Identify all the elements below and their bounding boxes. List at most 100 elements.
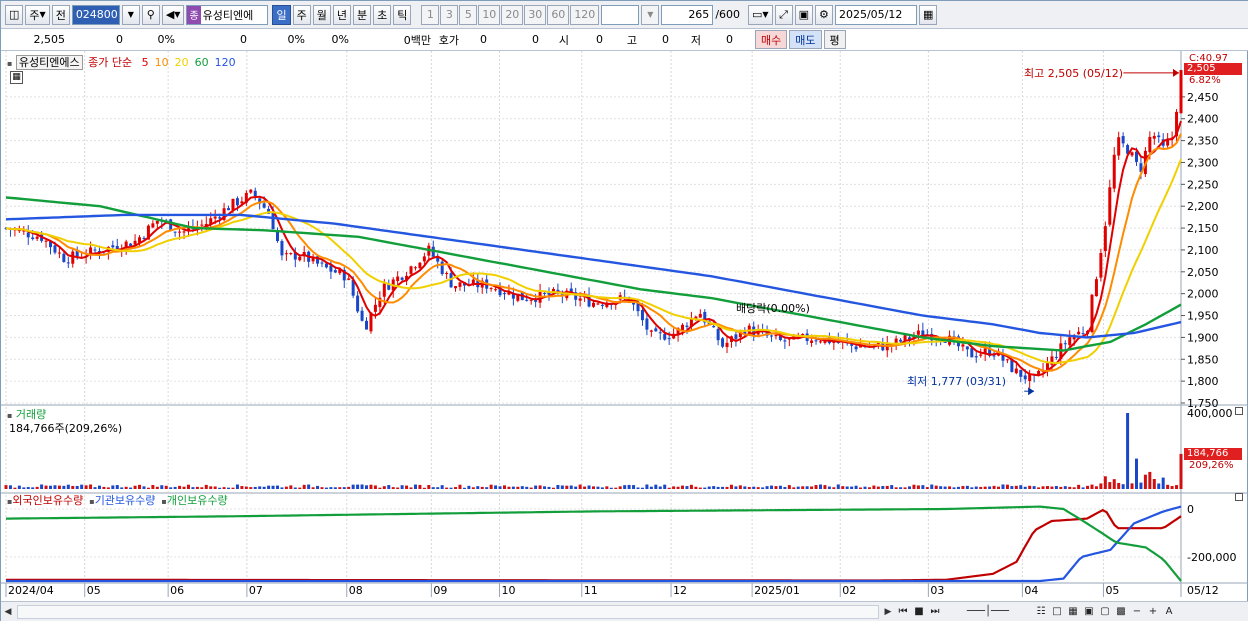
interval-tab-20[interactable]: 20 (501, 4, 524, 25)
chart-tool-icon-2[interactable]: ▦ (1065, 604, 1081, 620)
candle-body (53, 245, 57, 253)
stock-chart[interactable]: 2024/04 05 06 07 08 09 10 11 12 2025/01 02 03 04 05 05… (1, 51, 1248, 601)
font-size-icon[interactable]: A (1161, 604, 1177, 620)
candle-body (961, 344, 965, 347)
interval-tab-5[interactable]: 5 (459, 4, 478, 25)
count-input[interactable]: 265 (661, 4, 714, 25)
volume-bar (342, 487, 346, 489)
period-tab-3[interactable]: 년 (332, 4, 351, 25)
scroll-right-icon[interactable]: ▶ (881, 604, 895, 620)
zoom-out-icon[interactable]: − (1129, 604, 1145, 620)
search-icon[interactable]: ⚲ (141, 4, 160, 25)
buy-button[interactable]: 매수 (755, 30, 788, 49)
sell-button[interactable]: 매도 (789, 30, 822, 49)
period-tab-5[interactable]: 초 (373, 4, 392, 25)
interval-tab-3[interactable]: 3 (440, 4, 459, 25)
period-tab-2[interactable]: 월 (312, 4, 331, 25)
legend-bullet-icon: ▪ (7, 59, 13, 68)
period-tab-1[interactable]: 주 (292, 4, 311, 25)
scroll-track[interactable] (17, 604, 879, 619)
settings-gear-icon[interactable]: ⚙ (814, 4, 833, 25)
zoom-chart-icon[interactable]: ☷ (1033, 604, 1049, 620)
volume-bar (721, 486, 725, 489)
period-tab-0[interactable]: 일 (272, 4, 291, 25)
rewind-icon[interactable]: ⏮ (895, 604, 911, 620)
volume-bar (1010, 486, 1014, 489)
period-tab-4[interactable]: 분 (352, 4, 372, 25)
volume-bar (583, 486, 587, 489)
candle-body (213, 216, 217, 219)
candle-body (57, 252, 61, 254)
stock-name: 유성티엔에 (202, 8, 254, 22)
stock-code-input[interactable]: 024800 (71, 4, 120, 25)
candle-body (249, 189, 253, 193)
chart-scrollbar[interactable]: ◀ ▶ ⏮ ■ ⏭ ───│─── ☷ □ ▦ ▣ ▢ ▩ − + A (1, 601, 1248, 621)
interval-tab-30[interactable]: 30 (524, 4, 547, 25)
save-icon[interactable]: ▣ (794, 4, 813, 25)
volume-bar (445, 487, 449, 489)
volume-bar (1068, 486, 1072, 489)
candle-type-icon[interactable]: ▭ ▼ (748, 4, 773, 25)
hoga-value-1: 0 (480, 33, 487, 46)
crosshair-icon[interactable]: ⤢ (774, 4, 793, 25)
speaker-icon[interactable]: ◀ ▼ (161, 4, 185, 25)
stock-label[interactable]: 유성티엔에스 (15, 55, 83, 70)
volume-bar (1099, 483, 1103, 489)
scroll-left-icon[interactable]: ◀ (1, 604, 15, 620)
volume-bar (961, 486, 965, 489)
volume-bar (681, 485, 685, 489)
date-input[interactable]: 2025/05/12 (834, 4, 917, 25)
calendar-icon[interactable]: ▦ (918, 4, 938, 25)
volume-close-icon[interactable] (1235, 407, 1243, 415)
interval-tab-10[interactable]: 10 (478, 4, 501, 25)
interval-tab-120[interactable]: 120 (570, 4, 600, 25)
volume-bar (623, 485, 627, 489)
trade-amount: 0백만 (403, 33, 431, 47)
volume-bar (551, 487, 555, 489)
code-dropdown[interactable]: ▼ (121, 4, 140, 25)
flat-button[interactable]: 평 (823, 30, 846, 49)
grid (1, 51, 1248, 597)
candle-body (801, 334, 805, 336)
volume-bar (543, 486, 547, 489)
volume-bar (169, 487, 173, 489)
ma-line-10 (5, 133, 1182, 372)
table-toggle-icon[interactable]: ▦ (10, 71, 23, 84)
market-select[interactable]: 주 ▼ (25, 4, 50, 25)
x-tick-label: 03 (930, 584, 944, 597)
current-price: 2,505 (33, 33, 66, 46)
candle-body (1103, 226, 1107, 252)
ma-legend-60: 60 (194, 56, 209, 69)
chart-tool-icon-1[interactable]: □ (1049, 604, 1065, 620)
chart-tool-icon-5[interactable]: ▩ (1113, 604, 1129, 620)
fast-forward-icon[interactable]: ⏭ (927, 604, 943, 620)
holdings-legend-0: 외국인보유수량 (12, 494, 84, 507)
volume-bar (703, 487, 707, 489)
chart-tool-icon-3[interactable]: ▣ (1081, 604, 1097, 620)
volume-bar (787, 485, 791, 489)
volume-bar (89, 484, 93, 489)
interval-custom-input[interactable] (601, 4, 640, 25)
volume-bar (93, 487, 97, 489)
holdings-close-icon[interactable] (1235, 493, 1243, 501)
volume-bar (338, 487, 342, 489)
stop-icon[interactable]: ■ (911, 604, 927, 620)
y-tick-label: 2,100 (1187, 244, 1219, 257)
period-tab-6[interactable]: 틱 (393, 4, 412, 25)
volume-bar (271, 485, 275, 489)
stock-name-field[interactable]: 종 유성티엔에 (186, 4, 269, 25)
volume-bar (930, 484, 934, 489)
candle-body (44, 240, 48, 242)
interval-dropdown[interactable]: ▼ (641, 4, 660, 25)
volume-bar (320, 487, 324, 489)
prev-button[interactable]: 전 (51, 4, 70, 25)
interval-tab-1[interactable]: 1 (421, 4, 440, 25)
volume-bar (592, 486, 595, 489)
volume-bar (556, 484, 560, 489)
interval-tab-60[interactable]: 60 (547, 4, 570, 25)
zoom-slider[interactable]: ───│─── (943, 604, 1033, 620)
chart-tool-icon-4[interactable]: ▢ (1097, 604, 1113, 620)
candle-body (578, 298, 582, 301)
window-icon[interactable]: ◫ (5, 4, 24, 25)
zoom-in-icon[interactable]: + (1145, 604, 1161, 620)
